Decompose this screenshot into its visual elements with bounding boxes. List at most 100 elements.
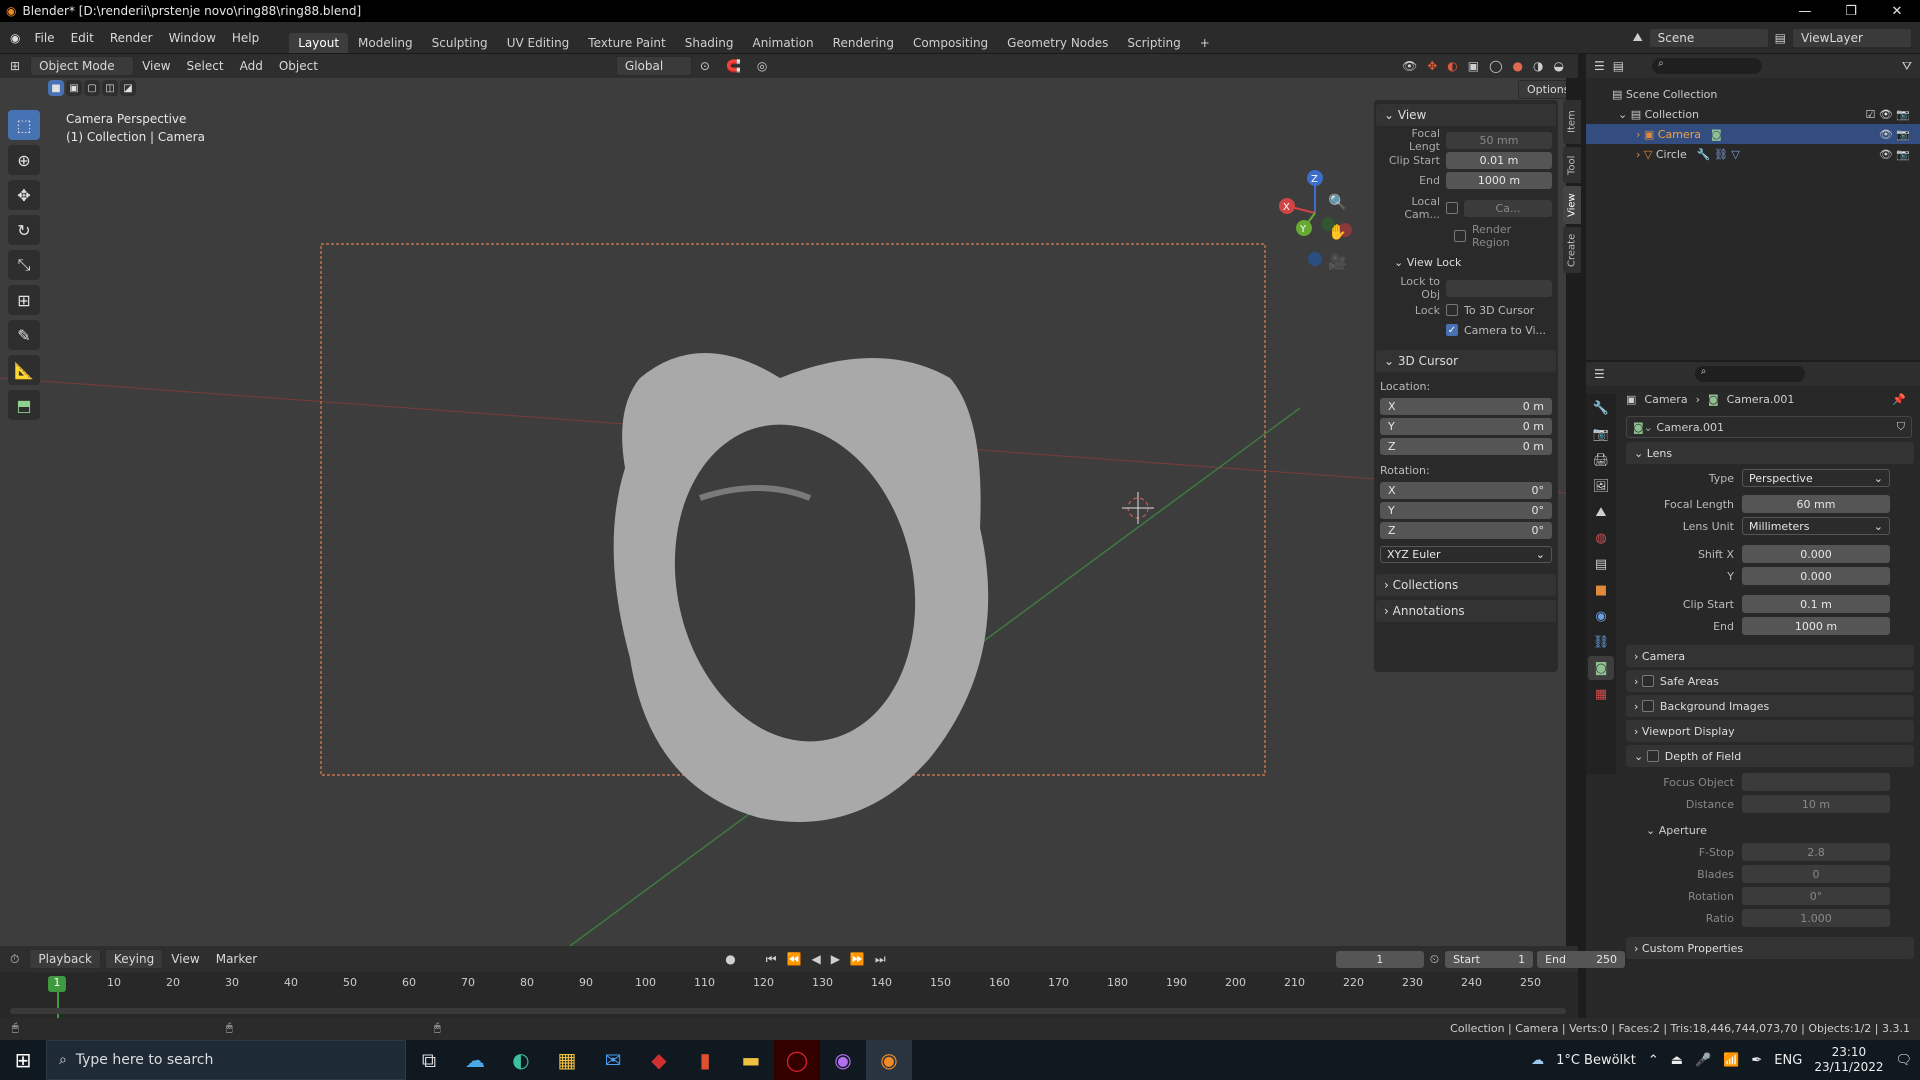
taskbar-search[interactable]: ⌕ Type here to search — [46, 1040, 406, 1080]
tab-uv-editing[interactable]: UV Editing — [498, 33, 579, 53]
task-view-icon[interactable]: ⧉ — [406, 1040, 452, 1080]
end-frame-field[interactable]: End 250 — [1537, 950, 1626, 968]
texture-properties-icon[interactable]: ▦ — [1588, 682, 1614, 706]
lens-unit-dropdown[interactable]: Millimeters ⌄ — [1742, 517, 1890, 535]
tab-texture-paint[interactable]: Texture Paint — [579, 33, 674, 53]
tab-modeling[interactable]: Modeling — [349, 33, 422, 53]
pan-hand-icon[interactable]: ✋ — [1328, 223, 1347, 241]
tab-layout[interactable]: Layout — [289, 33, 349, 53]
rendered-shading-icon[interactable]: ◒ — [1554, 59, 1564, 73]
depth-of-field-panel-header[interactable]: ⌄ Depth of Field — [1626, 745, 1914, 767]
play-reverse-icon[interactable]: ◀ — [811, 952, 820, 967]
microphone-icon[interactable]: 🎤 — [1695, 1053, 1711, 1068]
viewport-menu-select[interactable]: Select — [179, 59, 232, 73]
collection-properties-icon[interactable]: ▤ — [1588, 552, 1614, 576]
render-properties-icon[interactable]: 📷 — [1588, 422, 1614, 446]
scale-icon[interactable]: ⤡ — [8, 250, 40, 280]
render-region-checkbox[interactable] — [1454, 230, 1466, 242]
overlay-icon[interactable]: ◐ — [1447, 59, 1457, 73]
safe-areas-panel-header[interactable]: › Safe Areas — [1626, 670, 1914, 692]
panel-annotations-header[interactable]: › Annotations — [1376, 600, 1556, 622]
file-explorer-icon[interactable]: ▬ — [728, 1040, 774, 1080]
app-red-icon[interactable]: ◆ — [636, 1040, 682, 1080]
orientation-selector[interactable]: Global — [615, 56, 692, 76]
clock[interactable]: 23:10 23/11/2022 — [1814, 1045, 1883, 1075]
aperture-ratio-field[interactable]: 1.000 — [1742, 909, 1890, 927]
gizmo-icon[interactable]: ✥ — [1427, 59, 1437, 73]
office-icon[interactable]: ▮ — [682, 1040, 728, 1080]
tab-shading[interactable]: Shading — [676, 33, 743, 53]
panel-view-header[interactable]: ⌄ View — [1376, 104, 1556, 126]
object-properties-icon[interactable]: ■ — [1588, 578, 1614, 602]
windows-start-icon[interactable]: ⊞ — [0, 1040, 46, 1080]
viewport-menu-view[interactable]: View — [134, 59, 178, 73]
blender-taskbar-icon[interactable]: ◉ — [866, 1040, 912, 1080]
aperture-rotation-field[interactable]: 0° — [1742, 887, 1890, 905]
view-layer-properties-icon[interactable]: 🖼 — [1588, 474, 1614, 498]
annotate-icon[interactable]: ✎ — [8, 320, 40, 350]
custom-properties-panel-header[interactable]: › Custom Properties — [1626, 937, 1914, 959]
menu-edit[interactable]: Edit — [63, 31, 102, 45]
camera-to-view-checkbox[interactable]: ✓ — [1446, 324, 1458, 336]
blender-menu-icon[interactable]: ◉ — [0, 31, 26, 45]
scene-selector[interactable]: Scene — [1648, 27, 1769, 48]
outliner-search-input[interactable]: ⌕ — [1652, 58, 1763, 74]
shift-x-field[interactable]: 0.000 — [1742, 545, 1890, 563]
select-intersect-icon[interactable]: ◪ — [120, 80, 136, 96]
jump-keyframe-back-icon[interactable]: ⏪ — [787, 952, 802, 967]
panel-collections-header[interactable]: › Collections — [1376, 574, 1556, 596]
viewport-menu-add[interactable]: Add — [232, 59, 271, 73]
playback-menu[interactable]: Playback — [29, 949, 101, 969]
menu-render[interactable]: Render — [102, 31, 161, 45]
tool-properties-icon[interactable]: 🔧 — [1588, 396, 1614, 420]
tab-scripting[interactable]: Scripting — [1118, 33, 1189, 53]
tray-chevron-icon[interactable]: ⌃ — [1648, 1053, 1659, 1068]
focus-distance-field[interactable]: 10 m — [1742, 795, 1890, 813]
language-indicator[interactable]: ENG — [1774, 1053, 1802, 1068]
start-frame-field[interactable]: Start 1 — [1445, 950, 1534, 968]
focal-length-field[interactable]: 50 mm — [1446, 131, 1552, 149]
clip-start-field[interactable]: 0.01 m — [1446, 151, 1552, 169]
keying-menu[interactable]: Keying — [104, 949, 164, 969]
wifi-icon[interactable]: 📶 — [1723, 1053, 1739, 1068]
fstop-field[interactable]: 2.8 — [1742, 843, 1890, 861]
visibility-icon[interactable]: 👁 — [1402, 59, 1417, 73]
local-camera-checkbox[interactable] — [1446, 202, 1458, 214]
camera-view-icon[interactable]: 🎥 — [1328, 253, 1347, 271]
mail-icon[interactable]: ✉ — [590, 1040, 636, 1080]
blades-field[interactable]: 0 — [1742, 865, 1890, 883]
jump-start-icon[interactable]: ⏮ — [766, 952, 777, 967]
options-button[interactable]: Options — [1518, 80, 1566, 99]
world-properties-icon[interactable]: ◍ — [1588, 526, 1614, 550]
sidebar-tab-create[interactable]: Create — [1563, 227, 1581, 273]
select-subtract-icon[interactable]: ▢ — [84, 80, 100, 96]
outliner-editor-icon[interactable]: ☰ — [1594, 59, 1605, 73]
outliner-row-circle[interactable]: › ▽ Circle 🔧 ⛓ ▽ 👁 📷 — [1586, 144, 1920, 164]
marker-menu[interactable]: Marker — [208, 952, 265, 966]
output-properties-icon[interactable]: 🖨 — [1588, 448, 1614, 472]
select-box-icon[interactable]: ⬚ — [8, 110, 40, 140]
notifications-icon[interactable]: 🗨 — [1895, 1053, 1912, 1068]
properties-search-input[interactable]: ⌕ — [1694, 366, 1805, 382]
sidebar-tab-item[interactable]: Item — [1563, 100, 1581, 144]
shift-y-field[interactable]: 0.000 — [1742, 567, 1890, 585]
playhead[interactable]: 1 — [48, 976, 66, 992]
menu-file[interactable]: File — [26, 31, 62, 45]
snap-icon[interactable]: 🧲 — [718, 59, 749, 73]
scene-properties-icon[interactable]: ⛰ — [1588, 500, 1614, 524]
move-icon[interactable]: ✥ — [8, 180, 40, 210]
add-cube-icon[interactable]: ⬒ — [8, 390, 40, 420]
store-icon[interactable]: ▦ — [544, 1040, 590, 1080]
editor-type-icon[interactable]: ⊞ — [0, 59, 30, 73]
jump-keyframe-forward-icon[interactable]: ⏩ — [850, 952, 865, 967]
menu-window[interactable]: Window — [161, 31, 224, 45]
zoom-icon[interactable]: 🔍 — [1328, 193, 1347, 211]
solid-shading-icon[interactable]: ● — [1513, 59, 1523, 73]
select-extend-icon[interactable]: ▣ — [66, 80, 82, 96]
xray-icon[interactable]: ▣ — [1468, 59, 1479, 73]
camera-data-properties-icon[interactable]: ◙ — [1588, 656, 1614, 680]
close-button[interactable]: ✕ — [1874, 4, 1920, 19]
sidebar-tab-view[interactable]: View — [1563, 186, 1581, 224]
material-shading-icon[interactable]: ◑ — [1533, 59, 1543, 73]
tab-sculpting[interactable]: Sculpting — [423, 33, 497, 53]
